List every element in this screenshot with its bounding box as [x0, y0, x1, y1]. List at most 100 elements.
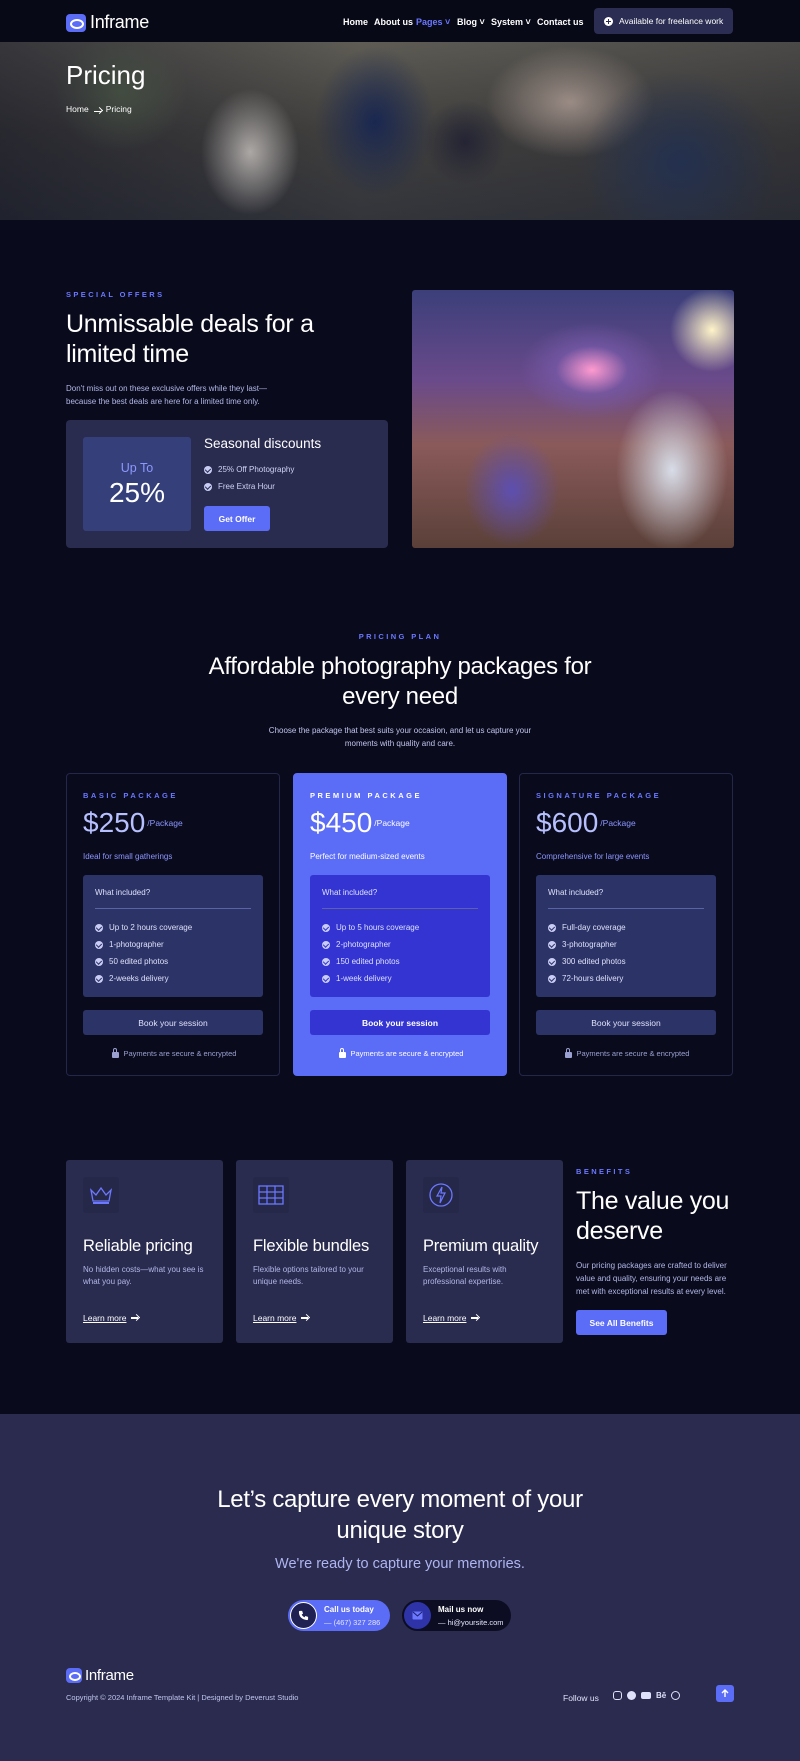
- plan-feature-label: 1-photographer: [109, 940, 164, 949]
- logo-eye-icon: [66, 13, 86, 32]
- plan-price-unit: /Package: [600, 818, 636, 828]
- freelance-button[interactable]: Available for freelance work: [594, 8, 733, 34]
- offers-eyebrow: SPECIAL OFFERS: [66, 290, 165, 299]
- get-offer-button[interactable]: Get Offer: [204, 506, 270, 531]
- arrow-right-icon: [471, 1317, 479, 1319]
- plan-price-value: $250: [83, 807, 146, 838]
- dribbble-icon[interactable]: [671, 1691, 681, 1700]
- learn-more-link[interactable]: Learn more: [83, 1313, 139, 1323]
- arrow-right-icon: [131, 1317, 139, 1319]
- pricing-eyebrow: PRICING PLAN: [358, 632, 442, 641]
- copyright: Copyright © 2024 Inframe Template Kit | …: [66, 1693, 299, 1702]
- learn-more-label: Learn more: [423, 1313, 467, 1323]
- plan-subtitle: Perfect for medium-sized events: [310, 852, 425, 861]
- plan-feature-label: 150 edited photos: [336, 957, 400, 966]
- mail-label: Mail us now: [438, 1604, 484, 1614]
- included-label: What included?: [95, 888, 151, 897]
- pricing-title: Affordable photography packages for ever…: [0, 652, 800, 712]
- check-circle-icon: [95, 940, 103, 949]
- learn-more-label: Learn more: [83, 1313, 127, 1323]
- follow-label: Follow us: [563, 1693, 599, 1703]
- benefits-title: The value you deserve: [576, 1187, 730, 1245]
- feature-description: Flexible options tailored to your unique…: [253, 1265, 364, 1286]
- check-circle-icon: [204, 482, 212, 491]
- behance-icon[interactable]: Bē: [656, 1691, 666, 1700]
- crown-icon: [83, 1177, 119, 1213]
- plan-feature: 2-weeks delivery: [95, 974, 169, 983]
- secure-note: Payments are secure & encrypted: [520, 1048, 734, 1058]
- cta-title: Let’s capture every moment of your uniqu…: [0, 1484, 800, 1546]
- lightning-icon: [423, 1177, 459, 1213]
- included-label: What included?: [548, 888, 604, 897]
- feature-title: Premium quality: [423, 1237, 539, 1255]
- secure-note-text: Payments are secure & encrypted: [123, 1049, 237, 1058]
- breadcrumb: Home Pricing: [66, 104, 132, 114]
- nav-blog[interactable]: Blog ˅: [457, 17, 485, 27]
- deal-item-label: 25% Off Photography: [218, 465, 295, 474]
- feature-title: Reliable pricing: [83, 1237, 193, 1255]
- logo[interactable]: Inframe: [66, 12, 149, 33]
- plan-subtitle: Ideal for small gatherings: [83, 852, 173, 861]
- discount-badge: Up To 25%: [83, 437, 191, 531]
- nav-contact[interactable]: Contact us: [537, 17, 584, 27]
- facebook-icon[interactable]: [627, 1691, 636, 1700]
- nav-blog-label: Blog: [457, 17, 477, 27]
- learn-more-link[interactable]: Learn more: [253, 1313, 309, 1323]
- included-label: What included?: [322, 888, 378, 897]
- lock-icon: [338, 1048, 346, 1058]
- plan-name: BASIC PACKAGE: [83, 791, 178, 800]
- plan-name: SIGNATURE PACKAGE: [536, 791, 662, 800]
- cta-section: [0, 1414, 800, 1761]
- lock-icon: [564, 1048, 572, 1058]
- call-button[interactable]: Call us today — (467) 327 286: [288, 1600, 390, 1631]
- book-session-button[interactable]: Book your session: [536, 1010, 716, 1035]
- plan-feature: 300 edited photos: [548, 957, 626, 966]
- plan-feature: Up to 5 hours coverage: [322, 923, 419, 932]
- plan-feature-label: Up to 5 hours coverage: [336, 923, 420, 932]
- see-all-benefits-button[interactable]: See All Benefits: [576, 1310, 667, 1335]
- nav-about[interactable]: About us: [374, 17, 413, 27]
- check-circle-icon: [95, 923, 103, 932]
- deal-item-label: Free Extra Hour: [218, 482, 275, 491]
- pricing-title-text: Affordable photography packages for ever…: [208, 653, 592, 710]
- instagram-icon[interactable]: [613, 1691, 622, 1700]
- call-label: Call us today: [324, 1604, 374, 1614]
- plan-price: $600/Package: [536, 807, 636, 839]
- breadcrumb-home[interactable]: Home: [66, 104, 89, 114]
- youtube-icon[interactable]: [641, 1692, 651, 1699]
- discount-prefix: Up To: [120, 461, 154, 475]
- check-circle-icon: [95, 974, 103, 983]
- learn-more-link[interactable]: Learn more: [423, 1313, 479, 1323]
- divider: [95, 908, 251, 909]
- book-session-button[interactable]: Book your session: [310, 1010, 490, 1035]
- site-header: Inframe Home About us Pages ˅ Blog ˅ Sys…: [0, 0, 800, 42]
- chevron-down-icon: ˅: [442, 17, 451, 27]
- nav-system[interactable]: System ˅: [491, 17, 531, 27]
- plan-price: $250/Package: [83, 807, 183, 839]
- deal-card: Up To 25% Seasonal discounts 25% Off Pho…: [66, 420, 388, 548]
- deal-item: Free Extra Hour: [204, 482, 275, 491]
- plan-feature-label: 300 edited photos: [562, 957, 626, 966]
- lock-icon: [111, 1048, 119, 1058]
- plan-feature-label: 1-week delivery: [336, 974, 392, 983]
- phone-icon: [290, 1602, 317, 1629]
- footer-logo[interactable]: Inframe: [66, 1667, 134, 1684]
- plan-feature: Up to 2 hours coverage: [95, 923, 192, 932]
- check-circle-icon: [95, 957, 103, 966]
- check-circle-icon: [548, 957, 556, 966]
- call-number: — (467) 327 286: [324, 1617, 381, 1627]
- cta-title-text: Let’s capture every moment of your uniqu…: [217, 1486, 583, 1544]
- price-card-basic: BASIC PACKAGE $250/Package Ideal for sma…: [66, 773, 280, 1076]
- plan-feature: 3-photographer: [548, 940, 617, 949]
- nav-home[interactable]: Home: [343, 17, 368, 27]
- price-card-premium: PREMIUM PACKAGE $450/Package Perfect for…: [293, 773, 507, 1076]
- plan-feature: 1-photographer: [95, 940, 164, 949]
- nav-pages[interactable]: Pages ˅: [416, 17, 450, 27]
- feature-description: Exceptional results with professional ex…: [423, 1265, 507, 1286]
- mail-button[interactable]: Mail us now — hi@yoursite.com: [402, 1600, 511, 1631]
- plus-circle-icon: [604, 16, 613, 26]
- back-to-top-button[interactable]: [716, 1685, 734, 1702]
- logo-text: Inframe: [90, 12, 149, 32]
- offers-description: Don't miss out on these exclusive offers…: [66, 384, 268, 406]
- book-session-button[interactable]: Book your session: [83, 1010, 263, 1035]
